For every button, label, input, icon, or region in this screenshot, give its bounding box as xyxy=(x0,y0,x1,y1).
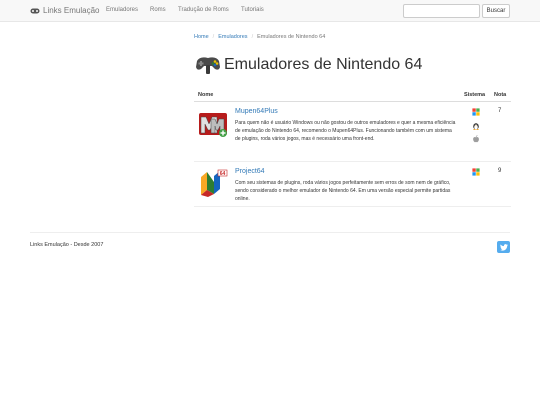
gamepad-icon xyxy=(30,8,40,13)
linux-icon xyxy=(473,123,479,130)
twitter-icon xyxy=(499,243,508,251)
page-title: Emuladores de Nintendo 64 xyxy=(224,56,423,73)
column-header-score: Nota xyxy=(494,92,507,98)
svg-text:64: 64 xyxy=(220,171,226,177)
footer-divider xyxy=(30,232,510,233)
table-row: Mupen64Plus Para quem não é usuário Wind… xyxy=(194,102,511,162)
search-input[interactable] xyxy=(403,4,480,18)
emulator-score: 9 xyxy=(498,168,502,174)
nav-item-traducao-roms[interactable]: Tradução de Roms xyxy=(178,7,229,13)
table-header: Nome Sistema Nota xyxy=(194,89,511,102)
emulator-name-link[interactable]: Mupen64Plus xyxy=(235,108,278,115)
emulator-description: Com seu sistemas de plugins, roda vários… xyxy=(235,180,451,202)
nav-item-roms[interactable]: Roms xyxy=(150,7,166,13)
table-row: 64 Project64 Com seu sistemas de plugins… xyxy=(194,162,511,207)
footer-text: Links Emulação - Desde 2007 xyxy=(30,242,104,248)
breadcrumb-section[interactable]: Emuladores xyxy=(218,34,247,40)
breadcrumb-home[interactable]: Home xyxy=(194,34,209,40)
breadcrumb-separator: / xyxy=(212,34,215,40)
page-header: Emuladores de Nintendo 64 xyxy=(194,53,422,77)
nav-item-emuladores[interactable]: Emuladores xyxy=(106,7,138,13)
mac-icon xyxy=(473,135,479,143)
emulator-score: 7 xyxy=(498,108,502,114)
twitter-button[interactable] xyxy=(497,241,510,253)
column-header-system: Sistema xyxy=(464,92,486,98)
brand-link[interactable]: Links Emulação xyxy=(30,6,99,15)
column-header-name: Nome xyxy=(198,92,214,98)
nav-item-tutoriais[interactable]: Tutoriais xyxy=(241,7,264,13)
emulators-table: Nome Sistema Nota Mupen64Plus Para quem … xyxy=(194,89,511,207)
emulator-name-link[interactable]: Project64 xyxy=(235,168,265,175)
windows-icon xyxy=(472,108,480,116)
mupen64plus-logo[interactable] xyxy=(198,108,228,138)
windows-icon xyxy=(472,168,480,176)
navbar: Links Emulação Emuladores Roms Tradução … xyxy=(0,0,540,22)
breadcrumb-current: Emuladores de Nintendo 64 xyxy=(257,34,326,40)
breadcrumb: Home / Emuladores / Emuladores de Ninten… xyxy=(194,34,325,40)
n64-controller-icon xyxy=(196,57,220,74)
brand-name: Links Emulação xyxy=(43,6,100,15)
breadcrumb-separator: / xyxy=(251,34,254,40)
project64-logo[interactable]: 64 xyxy=(198,168,228,198)
emulator-description: Para quem não é usuário Windows ou não g… xyxy=(235,120,456,142)
search-button[interactable]: Buscar xyxy=(482,4,510,18)
